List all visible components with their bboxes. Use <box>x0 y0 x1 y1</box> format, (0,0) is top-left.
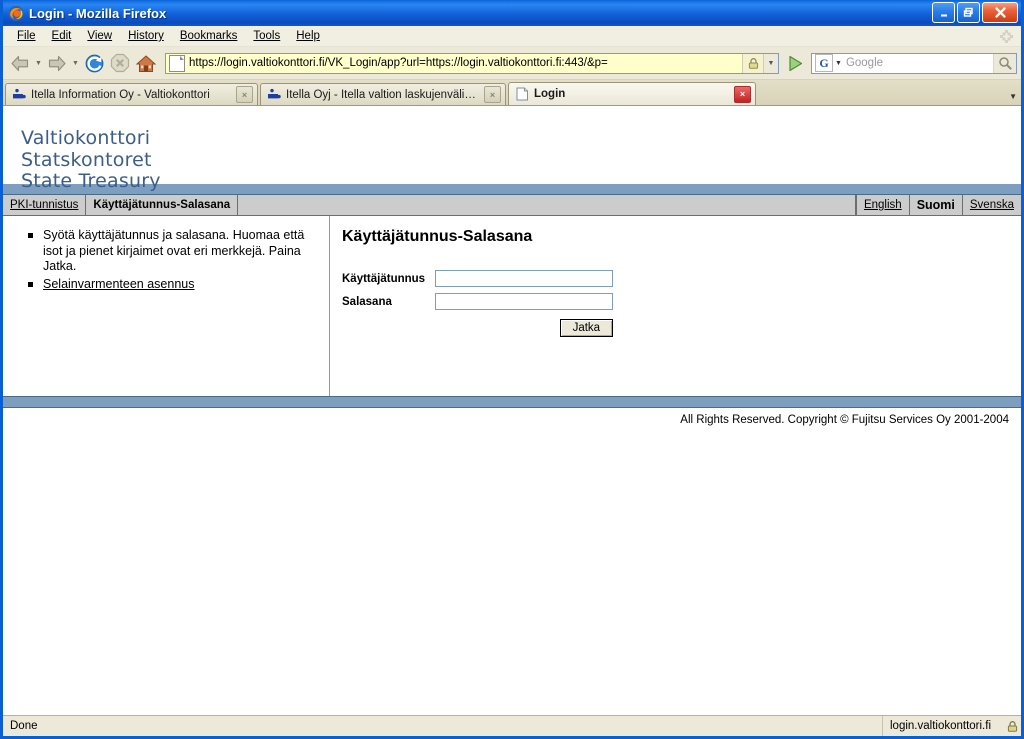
username-row: Käyttäjätunnus <box>342 270 614 293</box>
itella-favicon-icon <box>11 87 27 103</box>
menu-bar: File Edit View History Bookmarks Tools H… <box>3 26 1021 47</box>
copyright-text: All Rights Reserved. Copyright © Fujitsu… <box>680 414 1009 426</box>
navigation-toolbar: ▼ ▼ https://login.valtiokonttori.fi/VK_L… <box>3 47 1021 80</box>
status-bar: Done login.valtiokonttori.fi <box>3 715 1021 736</box>
menu-item-tools-label: Tools <box>253 30 281 42</box>
menu-item-file[interactable]: File <box>9 29 44 43</box>
address-bar-dropdown-caret-icon[interactable]: ▼ <box>763 53 778 73</box>
instructions-column: Syötä käyttäjätunnus ja salasana. Huomaa… <box>3 216 330 396</box>
menu-item-tools[interactable]: Tools <box>245 29 288 43</box>
selainvarmenteen-asennus-link[interactable]: Selainvarmenteen asennus <box>43 277 195 291</box>
page-viewport: Valtiokonttori Statskontoret State Treas… <box>3 106 1021 715</box>
reload-button[interactable] <box>81 50 107 76</box>
itella-favicon-icon <box>266 87 282 103</box>
search-engine-caret-icon[interactable]: ▼ <box>835 60 842 67</box>
window-controls <box>932 2 1018 23</box>
security-status: login.valtiokonttori.fi <box>883 716 1021 736</box>
firefox-logo-icon <box>7 4 25 22</box>
valtiokonttori-logo: Valtiokonttori Statskontoret State Treas… <box>3 106 1021 191</box>
username-label: Käyttäjätunnus <box>342 272 426 285</box>
list-item: Syötä käyttäjätunnus ja salasana. Huomaa… <box>28 228 319 275</box>
menu-item-history[interactable]: History <box>120 29 172 43</box>
forward-button[interactable] <box>44 50 70 76</box>
document-favicon-icon <box>514 86 530 102</box>
back-history-caret-icon[interactable]: ▼ <box>33 50 44 76</box>
close-button[interactable] <box>982 2 1018 23</box>
login-form-column: Käyttäjätunnus-Salasana Käyttäjätunnus S… <box>330 216 1021 396</box>
menu-item-bookmarks-label: Bookmarks <box>179 30 238 42</box>
browser-tab-2-close-icon[interactable]: × <box>484 86 501 103</box>
menu-item-file-label: File <box>17 30 36 42</box>
jatka-submit-button[interactable]: Jatka <box>559 319 614 337</box>
menu-item-edit-label: Edit <box>51 30 72 42</box>
forward-history-caret-icon[interactable]: ▼ <box>70 50 81 76</box>
instructions-list: Syötä käyttäjätunnus ja salasana. Huomaa… <box>3 228 329 292</box>
browser-tab-3-active[interactable]: Login × <box>508 82 756 105</box>
page-icon <box>169 54 185 72</box>
browser-tab-2[interactable]: Itella Oyj - Itella valtion laskujenväli… <box>260 83 506 105</box>
search-bar[interactable]: G ▼ Google <box>811 52 1017 74</box>
toolbar-grip-icon <box>1000 30 1013 43</box>
password-input[interactable] <box>435 293 614 310</box>
browser-tab-1-label: Itella Information Oy - Valtiokonttori <box>31 88 210 101</box>
password-row: Salasana <box>342 293 614 316</box>
submit-row: Jatka <box>342 316 614 343</box>
language-link-svenska[interactable]: Svenska <box>961 195 1021 215</box>
menu-item-view-label: View <box>87 30 113 42</box>
home-button[interactable] <box>133 50 159 76</box>
logo-line-fi: Valtiokonttori <box>21 127 151 149</box>
browser-tab-3-label: Login <box>534 88 566 100</box>
window-title: Login - Mozilla Firefox <box>29 5 167 21</box>
logo-line-sv: Statskontoret <box>21 148 152 171</box>
browser-tab-1-close-icon[interactable]: × <box>236 86 253 103</box>
window-titlebar: Login - Mozilla Firefox <box>3 0 1021 26</box>
page-body: Syötä käyttäjätunnus ja salasana. Huomaa… <box>3 216 1021 396</box>
nav-spacer <box>238 195 856 215</box>
language-link-suomi[interactable]: Suomi <box>908 195 962 215</box>
tab-list-caret-icon[interactable]: ▼ <box>1009 92 1017 101</box>
menu-item-view[interactable]: View <box>79 29 120 43</box>
browser-tab-2-label: Itella Oyj - Itella valtion laskujenväli… <box>286 88 478 101</box>
address-bar[interactable]: https://login.valtiokonttori.fi/VK_Login… <box>165 52 779 74</box>
menu-item-history-label: History <box>128 30 164 42</box>
status-padlock-icon <box>1003 720 1021 733</box>
login-page: Valtiokonttori Statskontoret State Treas… <box>3 106 1021 426</box>
password-label: Salasana <box>342 295 392 308</box>
google-engine-icon[interactable]: G <box>815 54 833 72</box>
login-form: Käyttäjätunnus Salasana Jatka <box>342 270 614 343</box>
form-heading: Käyttäjätunnus-Salasana <box>342 228 533 245</box>
page-nav-bar: PKI-tunnistus Käyttäjätunnus-Salasana En… <box>3 195 1021 216</box>
nav-tab-kayttajatunnus-salasana[interactable]: Käyttäjätunnus-Salasana <box>86 195 239 215</box>
status-text: Done <box>3 716 883 736</box>
go-button[interactable] <box>783 51 807 75</box>
stop-button[interactable] <box>107 50 133 76</box>
back-button[interactable] <box>7 50 33 76</box>
footer-blue-bar <box>3 396 1021 408</box>
username-input[interactable] <box>435 270 614 287</box>
maximize-button[interactable] <box>957 2 980 23</box>
language-link-english[interactable]: English <box>855 195 909 215</box>
minimize-button[interactable] <box>932 2 955 23</box>
tab-strip: Itella Information Oy - Valtiokonttori ×… <box>3 80 1021 106</box>
browser-tab-1[interactable]: Itella Information Oy - Valtiokonttori × <box>5 83 258 105</box>
search-input[interactable]: Google <box>846 57 993 69</box>
menu-item-edit[interactable]: Edit <box>44 29 80 43</box>
address-bar-url: https://login.valtiokonttori.fi/VK_Login… <box>189 57 608 69</box>
address-bar-padlock-icon <box>742 53 763 73</box>
instruction-text: Syötä käyttäjätunnus ja salasana. Huomaa… <box>43 228 305 273</box>
menu-item-bookmarks[interactable]: Bookmarks <box>172 29 246 43</box>
browser-window: Login - Mozilla Firefox File Edit View H… <box>0 0 1024 739</box>
nav-tab-pki-tunnistus[interactable]: PKI-tunnistus <box>3 195 87 215</box>
menu-item-help[interactable]: Help <box>288 29 328 43</box>
list-item: Selainvarmenteen asennus <box>28 277 319 293</box>
browser-tab-3-close-icon[interactable]: × <box>734 85 751 103</box>
status-host: login.valtiokonttori.fi <box>890 720 991 732</box>
search-magnifier-icon[interactable] <box>993 53 1016 73</box>
menu-item-help-label: Help <box>296 30 320 42</box>
